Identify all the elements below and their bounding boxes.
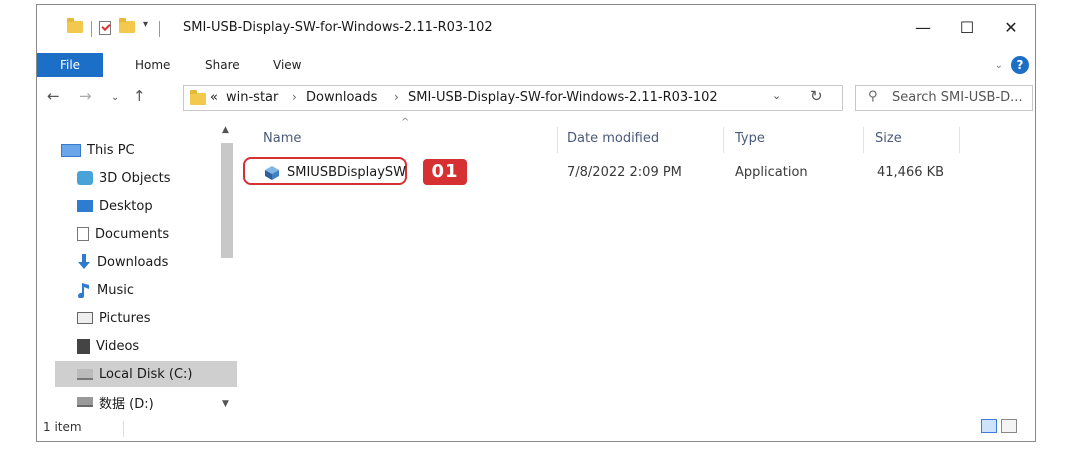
title-bar: ▾ SMI-USB-Display-SW-for-Windows-2.11-R0… — [37, 5, 1035, 53]
nav-item-3d-objects[interactable]: 3D Objects — [77, 165, 239, 191]
nav-item-documents[interactable]: Documents — [77, 221, 239, 247]
picture-icon — [77, 312, 93, 324]
search-input[interactable]: Search SMI-USB-D... — [892, 90, 1023, 105]
properties-icon[interactable] — [99, 21, 111, 35]
file-size: 41,466 KB — [877, 165, 945, 180]
column-header-date-modified[interactable]: Date modified — [567, 131, 659, 146]
tab-view[interactable]: View — [273, 53, 301, 77]
tab-share[interactable]: Share — [205, 53, 240, 77]
new-folder-icon[interactable] — [119, 18, 135, 33]
nav-item-videos[interactable]: Videos — [77, 333, 239, 359]
toolbar-divider — [159, 21, 160, 37]
minimize-button[interactable]: — — [903, 13, 943, 43]
folder-icon — [67, 18, 83, 33]
customize-toolbar-icon[interactable]: ▾ — [143, 19, 148, 30]
breadcrumb-downloads[interactable]: Downloads — [306, 90, 377, 105]
address-dropdown-icon[interactable]: ⌄ — [772, 89, 781, 102]
file-name[interactable]: SMIUSBDisplaySW — [287, 165, 406, 180]
nav-scrollbar[interactable]: ▲ ▼ — [219, 123, 235, 413]
desktop-icon — [77, 200, 93, 212]
application-icon[interactable] — [263, 165, 281, 181]
computer-icon — [61, 143, 81, 157]
column-divider[interactable] — [723, 127, 724, 153]
sort-ascending-icon: ^ — [401, 117, 410, 128]
ribbon-tabs: File Home Share View ⌄ ? — [37, 53, 1035, 77]
nav-item-local-disk-c[interactable]: Local Disk (C:) — [55, 361, 237, 387]
download-arrow-icon — [77, 254, 91, 270]
scroll-up-icon[interactable]: ▲ — [222, 125, 229, 135]
help-icon[interactable]: ? — [1011, 56, 1029, 74]
expand-ribbon-icon[interactable]: ⌄ — [995, 60, 1003, 71]
explorer-window: ▾ SMI-USB-Display-SW-for-Windows-2.11-R0… — [36, 4, 1036, 442]
file-date-modified: 7/8/2022 2:09 PM — [567, 165, 682, 180]
scroll-down-icon[interactable]: ▼ — [222, 399, 229, 409]
nav-item-label: Documents — [95, 226, 170, 242]
navigation-pane: This PC 3D Objects Desktop Documents Dow… — [37, 123, 237, 413]
drive-icon — [77, 397, 93, 407]
chevron-right-icon[interactable]: › — [394, 90, 399, 104]
large-icons-view-icon[interactable] — [1001, 419, 1017, 433]
forward-arrow-icon[interactable]: → — [79, 87, 92, 105]
nav-item-label: Music — [97, 282, 134, 298]
scrollbar-thumb[interactable] — [221, 143, 233, 258]
chevron-right-icon[interactable]: › — [292, 90, 297, 104]
nav-item-label: Pictures — [99, 310, 151, 326]
status-bar: 1 item — [37, 415, 1035, 441]
quick-access-toolbar — [67, 18, 83, 33]
document-icon — [77, 227, 89, 241]
refresh-icon[interactable]: ↻ — [810, 87, 823, 105]
toolbar-divider — [91, 21, 92, 37]
nav-item-label: Videos — [96, 338, 140, 354]
close-button[interactable]: ✕ — [991, 13, 1031, 43]
nav-item-music[interactable]: Music — [77, 277, 239, 303]
step-badge: 01 — [423, 159, 467, 185]
nav-item-desktop[interactable]: Desktop — [77, 193, 239, 219]
nav-item-label: Desktop — [99, 198, 153, 214]
column-divider[interactable] — [863, 127, 864, 153]
nav-item-label: This PC — [87, 142, 135, 158]
film-icon — [77, 338, 90, 354]
nav-item-label: Local Disk (C:) — [99, 366, 193, 382]
search-icon: ⚲ — [868, 89, 878, 104]
nav-item-label: Downloads — [97, 254, 169, 270]
up-arrow-icon[interactable]: ↑ — [133, 87, 146, 105]
tab-home[interactable]: Home — [135, 53, 170, 77]
nav-item-this-pc[interactable]: This PC — [61, 137, 231, 163]
status-divider — [123, 421, 124, 437]
details-view-icon[interactable] — [981, 419, 997, 433]
breadcrumb-win-star[interactable]: win-star — [226, 90, 278, 105]
column-header-size[interactable]: Size — [875, 131, 902, 146]
window-title: SMI-USB-Display-SW-for-Windows-2.11-R03-… — [183, 20, 493, 35]
disk-icon — [77, 368, 93, 380]
column-divider[interactable] — [959, 127, 960, 153]
tab-file[interactable]: File — [37, 53, 103, 77]
folder-icon — [190, 90, 206, 105]
recent-locations-icon[interactable]: ⌄ — [111, 92, 119, 103]
nav-item-label: 数据 (D:) — [99, 396, 154, 412]
nav-item-label: 3D Objects — [99, 170, 171, 186]
breadcrumb-current-folder[interactable]: SMI-USB-Display-SW-for-Windows-2.11-R03-… — [408, 90, 718, 105]
maximize-button[interactable]: ☐ — [947, 13, 987, 43]
column-header-type[interactable]: Type — [735, 131, 765, 146]
music-note-icon — [77, 282, 91, 299]
nav-item-pictures[interactable]: Pictures — [77, 305, 239, 331]
back-arrow-icon[interactable]: ← — [47, 87, 60, 105]
breadcrumb-overflow[interactable]: « — [210, 90, 218, 105]
address-row: ← → ⌄ ↑ « win-star › Downloads › SMI-USB… — [37, 85, 1035, 113]
item-count: 1 item — [43, 420, 82, 434]
file-type: Application — [735, 165, 808, 180]
ribbon-right-controls: ⌄ ? — [995, 56, 1029, 74]
nav-item-drive-d[interactable]: 数据 (D:) — [77, 389, 239, 415]
column-header-name[interactable]: Name — [263, 131, 301, 146]
search-box[interactable]: ⚲ Search SMI-USB-D... — [855, 85, 1033, 111]
nav-item-downloads[interactable]: Downloads — [77, 249, 239, 275]
cube-icon — [77, 171, 93, 185]
address-bar[interactable]: « win-star › Downloads › SMI-USB-Display… — [183, 85, 843, 111]
column-divider[interactable] — [557, 127, 558, 153]
